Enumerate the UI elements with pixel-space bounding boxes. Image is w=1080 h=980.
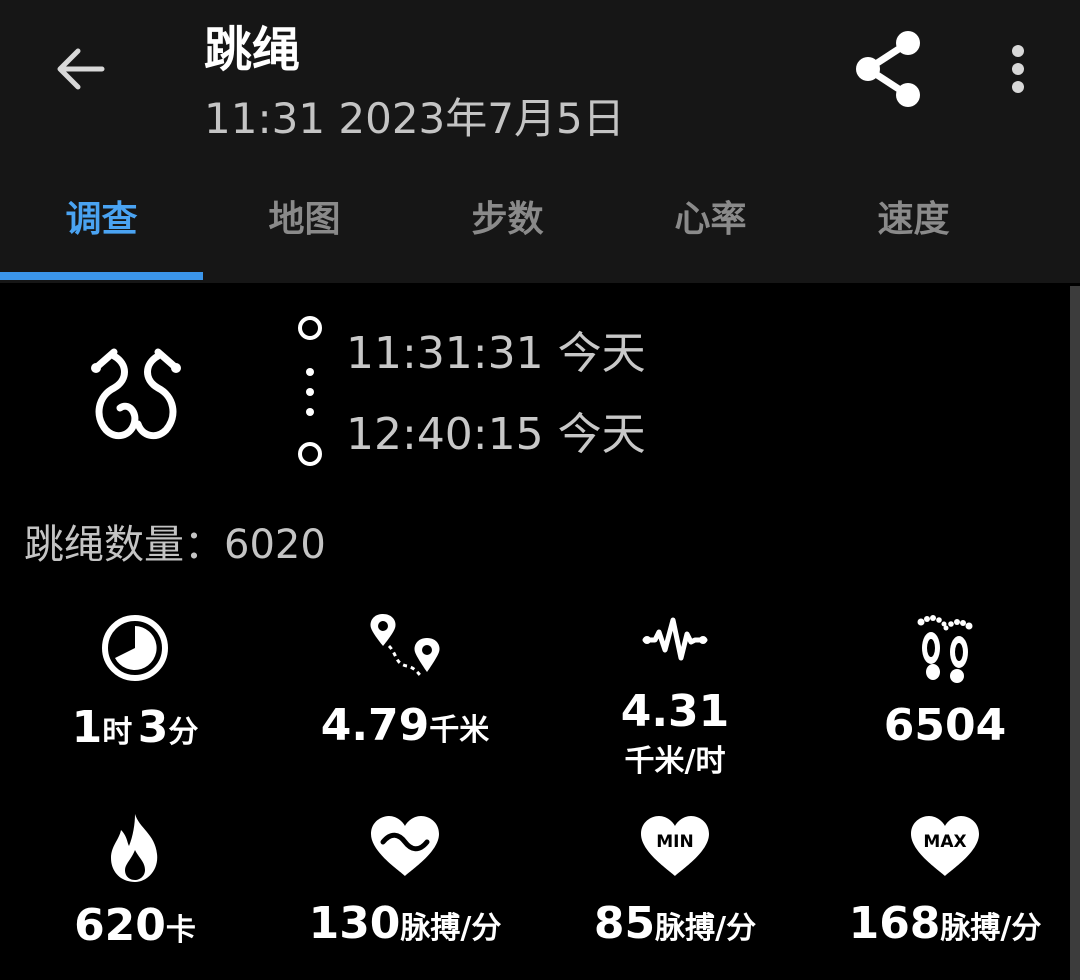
duration-hours: 1	[71, 702, 103, 753]
stat-speed: 4.31 千米/时	[540, 614, 810, 780]
stat-duration: 1时 3分	[0, 612, 270, 750]
calories-unit: 卡	[165, 913, 196, 948]
duration-hours-unit: 时	[102, 715, 133, 750]
stat-distance: 4.79千米	[270, 610, 540, 748]
min-heart-rate-unit: 脉搏/分	[655, 911, 757, 946]
avg-heart-rate-value: 130	[308, 898, 401, 949]
tab-label: 速度	[877, 199, 950, 240]
app-header: 跳绳 11:31 2023年7月5日 调查 地图 步数 心率 速度	[0, 0, 1080, 283]
duration-minutes: 3	[137, 702, 169, 753]
pulse-wave-icon	[642, 617, 708, 661]
distance-unit: 千米	[429, 713, 490, 748]
max-badge: MAX	[923, 832, 966, 852]
clock-icon	[102, 615, 168, 681]
arrow-left-icon	[57, 48, 105, 90]
more-options-button[interactable]	[996, 36, 1040, 102]
max-heart-rate-unit: 脉搏/分	[940, 911, 1042, 946]
more-vertical-icon	[1012, 45, 1024, 93]
share-icon	[856, 31, 920, 107]
steps-value: 6504	[883, 700, 1007, 751]
tab-speed[interactable]: 速度	[812, 168, 1015, 280]
start-time: 11:31:31 今天	[346, 328, 646, 379]
tab-steps[interactable]: 步数	[406, 168, 609, 280]
tab-label: 调查	[65, 199, 138, 240]
tab-bar: 调查 地图 步数 心率 速度	[0, 168, 1080, 280]
tab-label: 心率	[674, 199, 747, 240]
avg-heart-rate-unit: 脉搏/分	[400, 911, 502, 946]
jump-count-label: 跳绳数量：	[24, 522, 224, 568]
back-button[interactable]	[42, 36, 118, 102]
distance-value: 4.79	[320, 700, 430, 751]
share-button[interactable]	[846, 26, 930, 112]
time-range-indicator	[298, 316, 322, 466]
stat-steps: 6504	[810, 612, 1080, 748]
heart-max-icon: MAX	[911, 816, 979, 876]
speed-unit: 千米/时	[624, 744, 726, 779]
footprints-icon	[917, 615, 973, 683]
tab-label: 地图	[268, 199, 341, 240]
tab-heart-rate[interactable]: 心率	[609, 168, 812, 280]
min-badge: MIN	[656, 832, 693, 852]
route-icon	[370, 614, 440, 678]
jump-count-value: 6020	[224, 522, 326, 568]
stat-min-heart-rate: MIN 85脉搏/分	[540, 814, 810, 946]
max-heart-rate-value: 168	[848, 898, 941, 949]
end-time: 12:40:15 今天	[346, 409, 646, 460]
tab-label: 步数	[471, 199, 544, 240]
stat-calories: 620卡	[0, 812, 270, 948]
speed-value: 4.31	[620, 686, 730, 737]
jump-rope-icon	[91, 348, 181, 440]
tab-map[interactable]: 地图	[203, 168, 406, 280]
stat-max-heart-rate: MAX 168脉搏/分	[810, 814, 1080, 946]
min-heart-rate-value: 85	[593, 898, 656, 949]
tab-survey[interactable]: 调查	[0, 168, 203, 280]
stat-avg-heart-rate: 130脉搏/分	[270, 814, 540, 946]
flame-icon	[111, 814, 158, 882]
jump-count: 跳绳数量：6020	[24, 517, 326, 573]
duration-minutes-unit: 分	[168, 715, 199, 750]
heart-wave-icon	[371, 816, 439, 876]
page-title: 跳绳	[204, 22, 301, 78]
activity-datetime: 11:31 2023年7月5日	[204, 94, 625, 143]
heart-min-icon: MIN	[641, 816, 709, 876]
calories-value: 620	[74, 900, 166, 951]
